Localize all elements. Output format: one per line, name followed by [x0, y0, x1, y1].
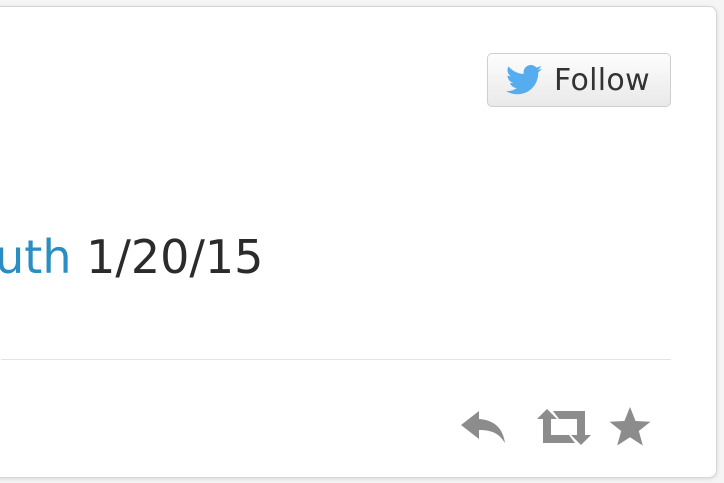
tweet-mention-link[interactable]: outh	[0, 230, 72, 284]
tweet-date: 1/20/15	[71, 230, 264, 284]
tweet-text: outh 1/20/15	[0, 229, 263, 285]
retweet-icon	[537, 409, 591, 445]
tweet-card: Follow outh 1/20/15	[0, 6, 717, 478]
reply-button[interactable]	[457, 405, 513, 449]
reply-icon	[461, 411, 505, 443]
star-icon	[609, 407, 651, 446]
follow-label: Follow	[554, 62, 650, 98]
follow-button[interactable]: Follow	[487, 53, 671, 107]
tweet-actions	[457, 405, 667, 455]
divider	[1, 359, 671, 360]
retweet-button[interactable]	[533, 405, 595, 449]
favorite-button[interactable]	[607, 405, 653, 449]
twitter-bird-icon	[506, 65, 542, 95]
